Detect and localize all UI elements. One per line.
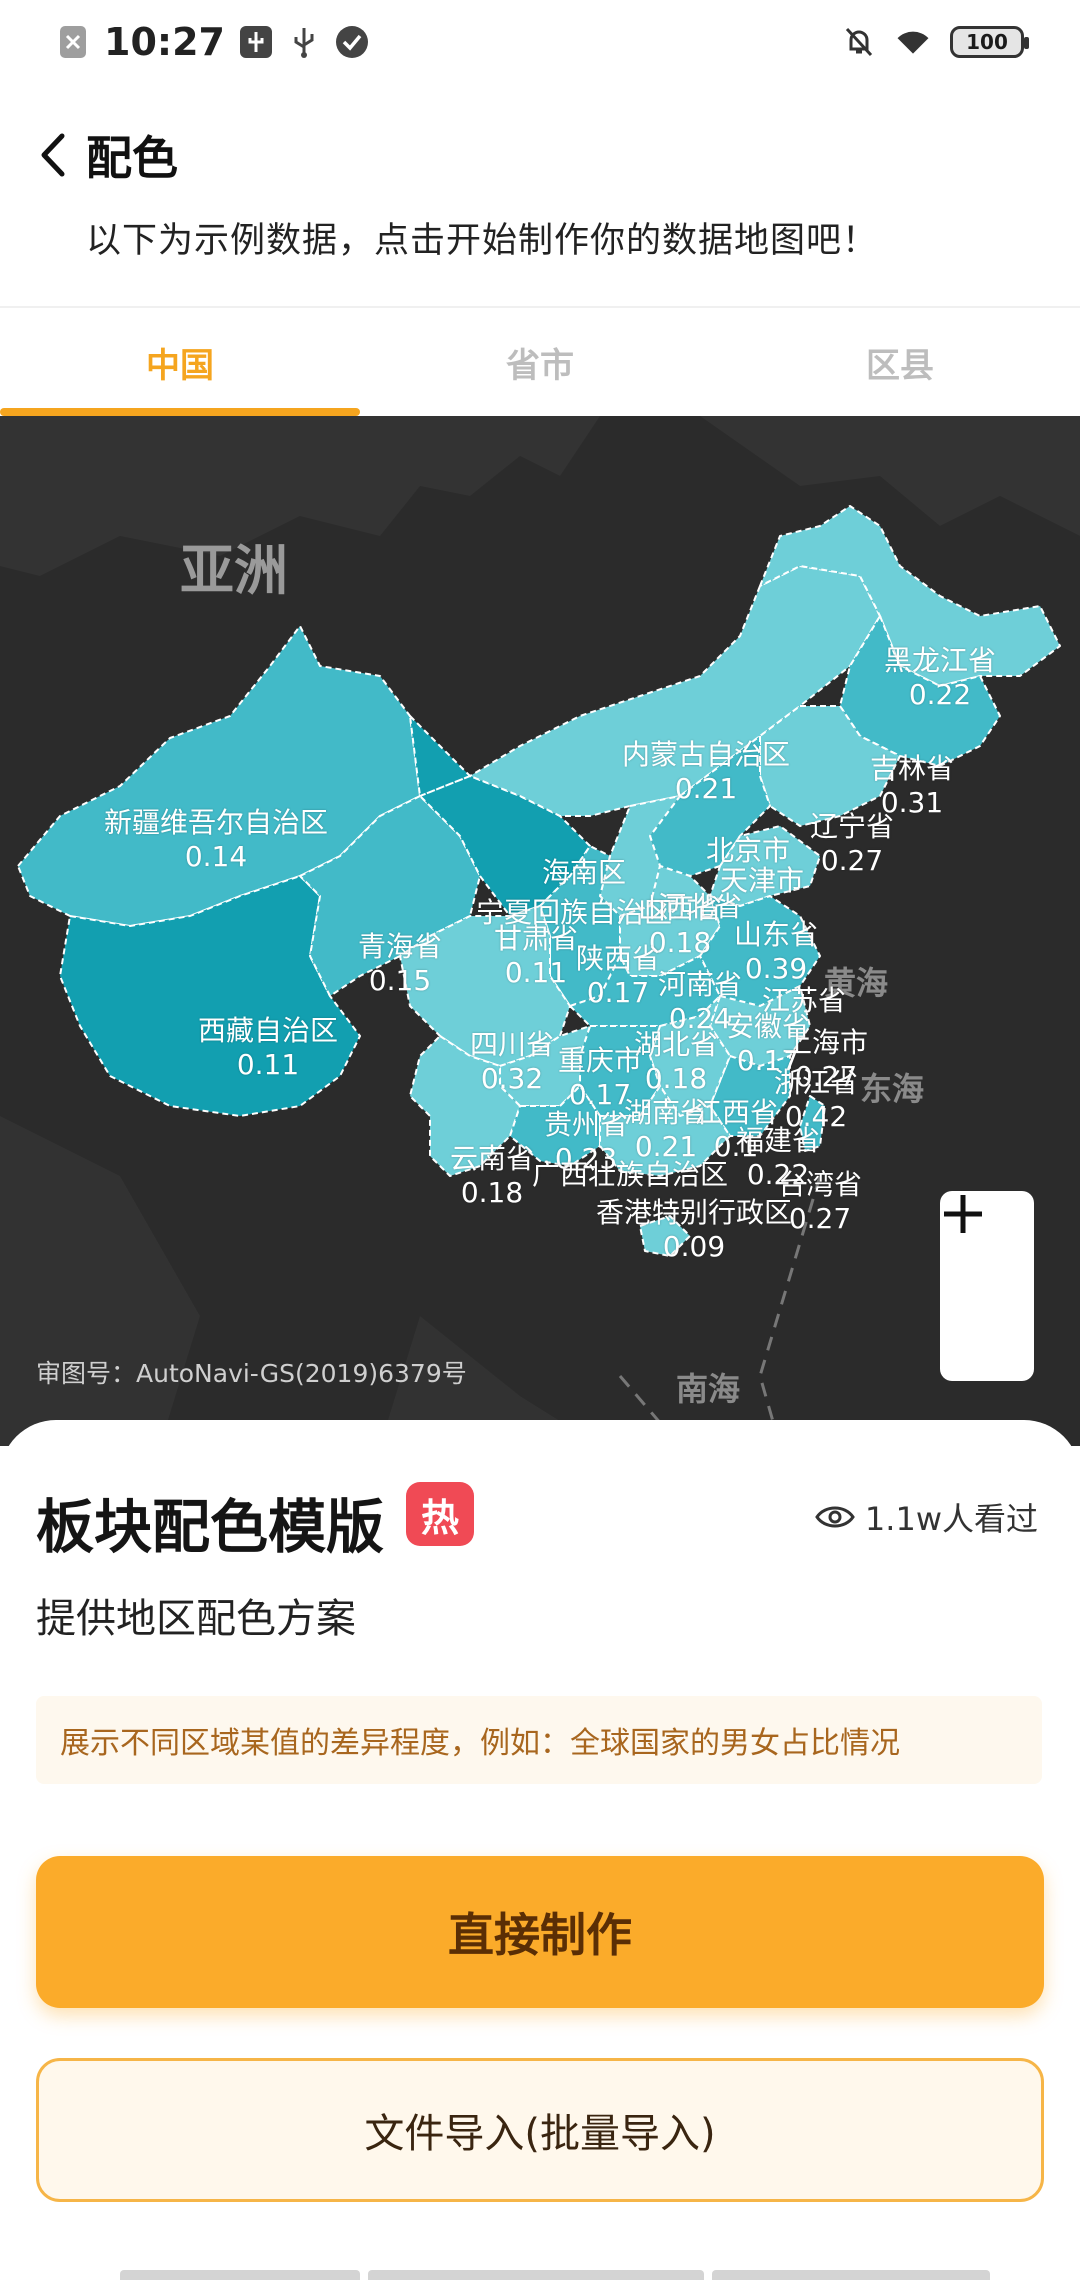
map-label: 甘肃省 0.11 bbox=[493, 922, 579, 989]
sea-label-south-sea: 南海 bbox=[676, 1370, 741, 1408]
map-label: 湖北省 0.18 bbox=[633, 1028, 719, 1095]
map-view[interactable]: 亚洲 黄海 东海 南海 黑龙江省 0.22 吉林省 0.31 辽宁省 0.27 内蒙古… bbox=[0, 416, 1080, 1446]
tab-district-county[interactable]: 区县 bbox=[720, 308, 1080, 416]
app-header: 配色 bbox=[0, 110, 1080, 200]
template-detail-sheet: 板块配色模版 热 1.1w人看过 提供地区配色方案 展示不同区域某值的差异程度，… bbox=[0, 1420, 1080, 2280]
usb-icon bbox=[287, 25, 321, 59]
check-circle-icon bbox=[335, 25, 369, 59]
chevron-left-icon bbox=[41, 133, 65, 177]
page-subtitle: 以下为示例数据，点击开始制作你的数据地图吧！ bbox=[86, 221, 879, 261]
mute-bell-icon bbox=[842, 25, 876, 59]
map-label: 西藏自治区 0.11 bbox=[197, 1014, 339, 1081]
map-label: 辽宁省 0.27 bbox=[809, 810, 895, 877]
template-title: 板块配色模版 bbox=[36, 1493, 385, 1561]
bottom-nav-hint bbox=[120, 2270, 990, 2280]
sea-label-east-sea: 东海 bbox=[860, 1070, 925, 1108]
sea-label-asia: 亚洲 bbox=[180, 539, 288, 602]
view-count-text: 1.1w人看过 bbox=[864, 1500, 1038, 1538]
battery-icon: 100 bbox=[950, 26, 1029, 58]
map-label: 北京市 bbox=[705, 834, 791, 867]
page-title: 配色 bbox=[86, 131, 178, 185]
map-label: 新疆维吾尔自治区 0.14 bbox=[103, 806, 329, 873]
map-label: 青海省 0.15 bbox=[357, 930, 443, 997]
usb-settings-icon bbox=[239, 25, 273, 59]
map-approval-number: 审图号：AutoNavi-GS(2019)6379号 bbox=[36, 1359, 467, 1388]
file-import-button[interactable]: 文件导入(批量导入) bbox=[36, 2058, 1044, 2202]
map-label: 广西壮族自治区 bbox=[531, 1158, 729, 1191]
map-label: 黑龙江省 0.22 bbox=[883, 644, 997, 711]
minus-icon bbox=[944, 1211, 982, 1217]
tab-china[interactable]: 中国 bbox=[0, 308, 360, 416]
status-time: 10:27 bbox=[104, 20, 225, 64]
hot-badge: 热 bbox=[406, 1482, 474, 1546]
zoom-out-button[interactable] bbox=[940, 1211, 1034, 1381]
map-label: 陕西省 0.17 bbox=[575, 942, 661, 1009]
region-tabs: 中国 省市 区县 bbox=[0, 306, 1080, 416]
template-description: 提供地区配色方案 bbox=[36, 1596, 356, 1642]
create-directly-button[interactable]: 直接制作 bbox=[36, 1856, 1044, 2008]
view-count: 1.1w人看过 bbox=[815, 1494, 1038, 1540]
map-label: 四川省 0.32 bbox=[469, 1028, 555, 1095]
map-label: 山东省 0.39 bbox=[733, 918, 819, 985]
map-label: 云南省 0.18 bbox=[449, 1142, 535, 1209]
map-label: 内蒙古自治区 0.21 bbox=[621, 738, 791, 805]
usage-note: 展示不同区域某值的差异程度，例如：全球国家的男女占比情况 bbox=[36, 1696, 1042, 1784]
status-bar: 10:27 100 bbox=[0, 0, 1080, 84]
tab-province-city[interactable]: 省市 bbox=[360, 308, 720, 416]
map-label: 海南区 bbox=[541, 856, 627, 889]
map-label: 香港特别行政区 0.09 bbox=[595, 1196, 793, 1263]
eye-icon bbox=[815, 1506, 855, 1528]
close-box-icon bbox=[56, 25, 90, 59]
wifi-icon bbox=[896, 25, 930, 59]
zoom-control bbox=[940, 1191, 1034, 1381]
back-button[interactable] bbox=[28, 125, 78, 185]
